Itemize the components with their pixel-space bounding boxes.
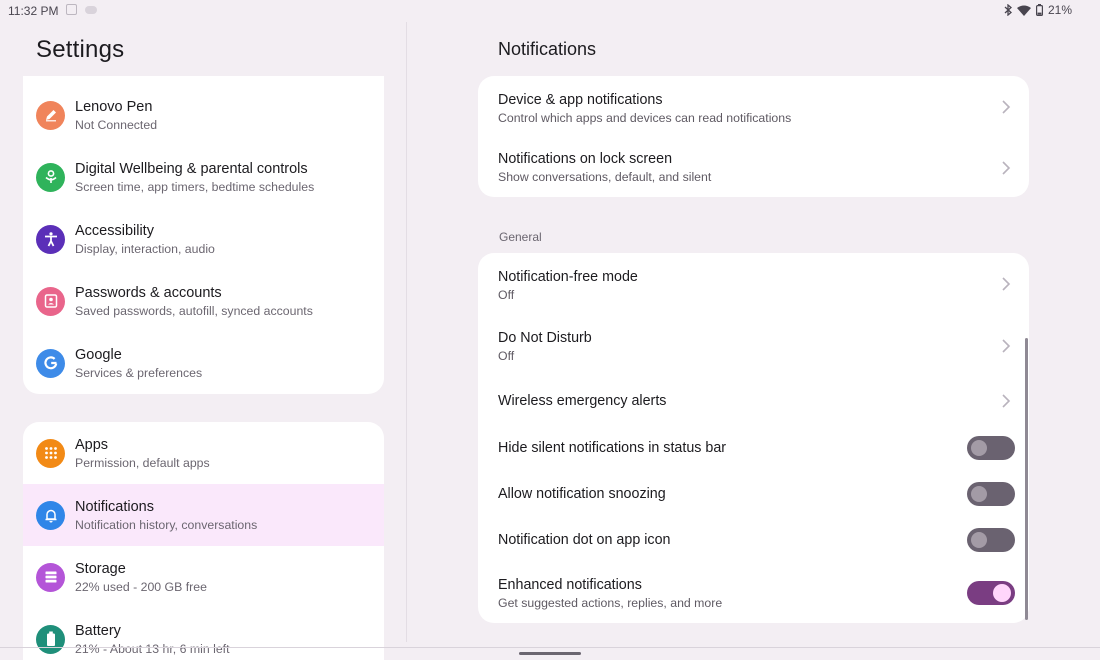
- settings-item-notifications[interactable]: Notifications Notification history, conv…: [23, 484, 384, 546]
- section-label-general: General: [499, 230, 542, 244]
- settings-item-battery[interactable]: Battery 21% - About 13 hr, 6 min left: [23, 608, 384, 660]
- chevron-right-icon: [1002, 277, 1011, 291]
- item-subtitle: Off: [498, 348, 515, 363]
- settings-item-title: Lenovo Pen: [75, 98, 153, 115]
- wireless-emergency-alerts-item[interactable]: Wireless emergency alerts: [478, 377, 1029, 425]
- bell-icon: [36, 500, 65, 530]
- item-title: Device & app notifications: [498, 91, 663, 108]
- item-title: Enhanced notifications: [498, 576, 642, 593]
- settings-item-subtitle: Not Connected: [75, 117, 158, 132]
- settings-item-subtitle: 21% - About 13 hr, 6 min left: [75, 641, 230, 656]
- status-bar: 11:32 PM 21%: [0, 0, 1100, 22]
- settings-item-subtitle: Notification history, conversations: [75, 517, 258, 532]
- item-subtitle: Show conversations, default, and silent: [498, 170, 712, 184]
- battery-percent: 21%: [1047, 3, 1072, 17]
- gallery-icon: [66, 4, 77, 15]
- item-title: Do Not Disturb: [498, 329, 592, 346]
- item-title: Notification dot on app icon: [498, 532, 671, 548]
- settings-item-title: Apps: [75, 436, 109, 453]
- settings-item-subtitle: Display, interaction, audio: [75, 241, 215, 256]
- toggle-knob: [971, 486, 987, 502]
- settings-item-passwords-accounts[interactable]: Passwords & accounts Saved passwords, au…: [23, 270, 384, 332]
- notifications-card-general: Notification-free mode Off Do Not Distur…: [478, 253, 1029, 623]
- settings-item-title: Accessibility: [75, 222, 154, 239]
- settings-item-subtitle: 22% used - 200 GB free: [75, 579, 207, 594]
- notification-snoozing-toggle[interactable]: [967, 482, 1015, 506]
- toggle-knob: [971, 532, 987, 548]
- scrollbar[interactable]: [1025, 338, 1028, 620]
- apps-icon: [36, 438, 65, 468]
- cloud-icon: [85, 6, 97, 14]
- navbar-divider: [0, 647, 1100, 648]
- settings-card-2: Apps Permission, default apps Notificati…: [23, 422, 384, 660]
- battery-icon: [36, 624, 65, 654]
- settings-item-title: Passwords & accounts: [75, 284, 222, 301]
- settings-item-title: Notifications: [75, 498, 154, 515]
- item-title: Notifications on lock screen: [498, 151, 673, 167]
- settings-item-google[interactable]: Google Services & preferences: [23, 332, 384, 394]
- enhanced-notifications-item[interactable]: Enhanced notifications Get suggested act…: [478, 563, 1029, 623]
- google-icon: [36, 348, 65, 378]
- notification-dot-toggle[interactable]: [967, 528, 1015, 552]
- settings-item-storage[interactable]: Storage 22% used - 200 GB free: [23, 546, 384, 608]
- accessibility-icon: [36, 224, 65, 254]
- settings-item-subtitle: Services & preferences: [75, 365, 203, 380]
- chevron-right-icon: [1002, 100, 1011, 114]
- settings-list-pane: Settings Lenovo Pen Not Connected Digita…: [0, 22, 406, 660]
- hide-silent-notifications-toggle[interactable]: [967, 436, 1015, 460]
- storage-icon: [36, 562, 65, 592]
- settings-card-1: Lenovo Pen Not Connected Digital Wellbei…: [23, 76, 384, 394]
- notification-dot-item[interactable]: Notification dot on app icon: [478, 517, 1029, 563]
- item-subtitle: Control which apps and devices can read …: [498, 110, 792, 125]
- chevron-right-icon: [1002, 160, 1011, 175]
- toggle-knob: [971, 440, 987, 456]
- settings-item-apps[interactable]: Apps Permission, default apps: [23, 422, 384, 484]
- item-subtitle: Get suggested actions, replies, and more: [498, 595, 723, 610]
- do-not-disturb-item[interactable]: Do Not Disturb Off: [478, 315, 1029, 377]
- notification-snoozing-item[interactable]: Allow notification snoozing: [478, 471, 1029, 517]
- account-icon: [36, 286, 65, 316]
- detail-title: Notifications: [498, 39, 597, 59]
- lock-screen-notifications-item[interactable]: Notifications on lock screen Show conver…: [478, 138, 1029, 197]
- settings-item-title: Digital Wellbeing & parental controls: [75, 160, 308, 177]
- toggle-knob: [993, 584, 1011, 602]
- notifications-detail-pane: Notifications Device & app notifications…: [407, 22, 1100, 660]
- settings-item-accessibility[interactable]: Accessibility Display, interaction, audi…: [23, 208, 384, 270]
- bluetooth-icon: [1004, 4, 1012, 16]
- enhanced-notifications-toggle[interactable]: [967, 581, 1015, 605]
- settings-item-subtitle: Permission, default apps: [75, 455, 210, 470]
- battery-icon: [1035, 4, 1043, 16]
- gesture-nav-handle[interactable]: [519, 652, 581, 655]
- chevron-right-icon: [1002, 394, 1011, 408]
- chevron-right-icon: [1002, 339, 1011, 353]
- device-app-notifications-item[interactable]: Device & app notifications Control which…: [478, 76, 1029, 138]
- settings-item-title: Google: [75, 346, 122, 363]
- settings-item-lenovo-pen[interactable]: Lenovo Pen Not Connected: [23, 84, 384, 146]
- settings-item-subtitle: Screen time, app timers, bedtime schedul…: [75, 179, 315, 194]
- wifi-icon: [1016, 5, 1031, 16]
- settings-item-subtitle: Saved passwords, autofill, synced accoun…: [75, 303, 313, 318]
- page-title: Settings: [36, 36, 125, 63]
- item-title: Wireless emergency alerts: [498, 393, 667, 409]
- wellbeing-icon: [36, 162, 65, 192]
- settings-item-title: Battery: [75, 622, 121, 639]
- notification-free-mode-item[interactable]: Notification-free mode Off: [478, 253, 1029, 315]
- settings-item-digital-wellbeing[interactable]: Digital Wellbeing & parental controls Sc…: [23, 146, 384, 208]
- status-time: 11:32 PM: [8, 4, 59, 18]
- hide-silent-notifications-item[interactable]: Hide silent notifications in status bar: [478, 425, 1029, 471]
- item-title: Hide silent notifications in status bar: [498, 440, 727, 456]
- item-subtitle: Off: [498, 287, 515, 302]
- item-title: Notification-free mode: [498, 268, 638, 285]
- notifications-card-top: Device & app notifications Control which…: [478, 76, 1029, 197]
- item-title: Allow notification snoozing: [498, 486, 666, 502]
- pen-icon: [36, 100, 65, 130]
- settings-item-title: Storage: [75, 560, 126, 577]
